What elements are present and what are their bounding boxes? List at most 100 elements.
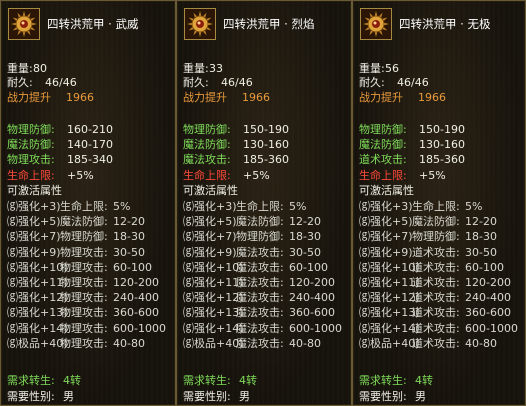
stat-row: 需求转生: 4转 bbox=[7, 373, 81, 388]
activatable-row: ⒢强化+14) 物理攻击: 600-1000 bbox=[7, 321, 166, 336]
stat-row: 战力提升 1966 bbox=[7, 90, 94, 105]
base-stat-value: 185-340 bbox=[67, 153, 113, 166]
enhance-attribute: 魔法攻击: bbox=[236, 337, 284, 350]
enhance-attribute: 物理攻击: bbox=[60, 246, 108, 259]
activatable-row: ⒢强化+5) 魔法防御: 12-20 bbox=[183, 214, 321, 229]
enhance-level: ⒢强化+9) bbox=[7, 246, 61, 259]
enhance-value: 5% bbox=[289, 200, 307, 213]
stat-row: 物理防御: 160-210 bbox=[7, 122, 113, 137]
activatable-row: ⒢强化+3) 生命上限: 5% bbox=[359, 199, 482, 214]
enhance-attribute: 魔法攻击: bbox=[236, 291, 284, 304]
activatable-row: ⒢强化+11) 魔法攻击: 120-200 bbox=[183, 275, 335, 290]
item-name: 四转洪荒甲 · 烈焰 bbox=[223, 17, 315, 31]
base-stat-value: 150-190 bbox=[243, 123, 289, 136]
enhance-attribute: 道术攻击: bbox=[412, 322, 460, 335]
enhance-level: ⒢强化+14) bbox=[7, 322, 68, 335]
enhance-level: ⒢强化+11) bbox=[359, 276, 420, 289]
stat-row: 魔法防御: 140-170 bbox=[7, 137, 113, 152]
enhance-value: 30-50 bbox=[465, 246, 497, 259]
enhance-attribute: 物理攻击: bbox=[60, 261, 108, 274]
enhance-level: ⒢强化+3) bbox=[183, 200, 237, 213]
durability-value: 46/46 bbox=[221, 76, 253, 89]
activatable-row: ⒢强化+10) 道术攻击: 60-100 bbox=[359, 260, 504, 275]
activatable-row: ⒢极品+40) 物理攻击: 40-80 bbox=[7, 336, 145, 351]
base-stat-value: 130-160 bbox=[243, 138, 289, 151]
stat-row: 重量: 33 bbox=[183, 61, 223, 76]
item-tooltip-comparison: 四转洪荒甲 · 武威 重量: 80 耐久: 46/46 战力提升 1966 物理防御: 160-… bbox=[0, 0, 526, 406]
weight-label: 重量: bbox=[183, 62, 209, 75]
enhance-level: ⒢强化+3) bbox=[359, 200, 413, 213]
enhance-value: 18-30 bbox=[289, 230, 321, 243]
enhance-value: 60-100 bbox=[113, 261, 152, 274]
durability-label: 耐久: bbox=[359, 76, 385, 89]
stat-row: 物理攻击: 185-340 bbox=[7, 152, 113, 167]
enhance-attribute: 魔法防御: bbox=[236, 215, 284, 228]
base-stat-value: 130-160 bbox=[419, 138, 465, 151]
enhance-level: ⒢强化+5) bbox=[183, 215, 237, 228]
enhance-attribute: 道术攻击: bbox=[412, 306, 460, 319]
activatable-row: ⒢强化+13) 物理攻击: 360-600 bbox=[7, 305, 159, 320]
hp-bonus-value: +5% bbox=[243, 169, 270, 182]
activatable-row: ⒢强化+12) 魔法攻击: 240-400 bbox=[183, 290, 335, 305]
enhance-value: 600-1000 bbox=[465, 322, 518, 335]
enhance-value: 600-1000 bbox=[113, 322, 166, 335]
required-rebirth-label: 需求转生: bbox=[359, 374, 407, 387]
enhance-level: ⒢极品+40) bbox=[183, 337, 244, 350]
armor-medallion-icon bbox=[360, 8, 392, 40]
enhance-attribute: 魔法攻击: bbox=[236, 261, 284, 274]
enhance-attribute: 道术攻击: bbox=[412, 337, 460, 350]
activatable-row: ⒢极品+40) 道术攻击: 40-80 bbox=[359, 336, 497, 351]
enhance-value: 240-400 bbox=[465, 291, 511, 304]
stat-row: 生命上限: +5% bbox=[359, 168, 446, 183]
stat-row: 需求转生: 4转 bbox=[359, 373, 433, 388]
combat-power-label: 战力提升 bbox=[183, 91, 227, 104]
stat-row: 需要性别: 男 bbox=[7, 389, 74, 404]
enhance-level: ⒢强化+3) bbox=[7, 200, 61, 213]
enhance-level: ⒢强化+14) bbox=[183, 322, 244, 335]
enhance-level: ⒢强化+13) bbox=[7, 306, 68, 319]
stat-row: 战力提升 1966 bbox=[183, 90, 270, 105]
required-rebirth-value: 4转 bbox=[63, 374, 81, 387]
required-gender-label: 需要性别: bbox=[183, 390, 231, 403]
activatable-row: ⒢强化+10) 魔法攻击: 60-100 bbox=[183, 260, 328, 275]
enhance-level: ⒢强化+7) bbox=[359, 230, 413, 243]
combat-power-label: 战力提升 bbox=[359, 91, 403, 104]
enhance-attribute: 物理攻击: bbox=[60, 276, 108, 289]
enhance-level: ⒢强化+12) bbox=[183, 291, 244, 304]
weight-label: 重量: bbox=[359, 62, 385, 75]
required-rebirth-label: 需求转生: bbox=[183, 374, 231, 387]
required-rebirth-label: 需求转生: bbox=[7, 374, 55, 387]
enhance-value: 5% bbox=[113, 200, 131, 213]
enhance-level: ⒢强化+5) bbox=[7, 215, 61, 228]
enhance-value: 18-30 bbox=[465, 230, 497, 243]
enhance-level: ⒢极品+40) bbox=[7, 337, 68, 350]
activatable-row: ⒢强化+12) 道术攻击: 240-400 bbox=[359, 290, 511, 305]
base-stat-label: 魔法防御: bbox=[7, 138, 55, 151]
combat-power-label: 战力提升 bbox=[7, 91, 51, 104]
enhance-attribute: 魔法防御: bbox=[412, 215, 460, 228]
activatable-row: ⒢强化+9) 物理攻击: 30-50 bbox=[7, 245, 145, 260]
enhance-attribute: 道术攻击: bbox=[412, 291, 460, 304]
stat-row: 生命上限: +5% bbox=[183, 168, 270, 183]
activatable-row: ⒢强化+7) 物理防御: 18-30 bbox=[7, 229, 145, 244]
enhance-value: 12-20 bbox=[113, 215, 145, 228]
enhance-attribute: 魔法攻击: bbox=[236, 306, 284, 319]
base-stat-value: 185-360 bbox=[243, 153, 289, 166]
stat-row: 耐久: 46/46 bbox=[183, 75, 253, 90]
activatable-row: ⒢强化+11) 物理攻击: 120-200 bbox=[7, 275, 159, 290]
enhance-value: 60-100 bbox=[289, 261, 328, 274]
base-stat-value: 185-360 bbox=[419, 153, 465, 166]
activatable-row: ⒢强化+7) 物理防御: 18-30 bbox=[359, 229, 497, 244]
enhance-attribute: 物理攻击: bbox=[60, 306, 108, 319]
activatable-row: ⒢极品+40) 魔法攻击: 40-80 bbox=[183, 336, 321, 351]
combat-power-value: 1966 bbox=[66, 91, 94, 104]
activatable-row: ⒢强化+10) 物理攻击: 60-100 bbox=[7, 260, 152, 275]
enhance-attribute: 魔法攻击: bbox=[236, 276, 284, 289]
base-stat-label: 物理防御: bbox=[7, 123, 55, 136]
item-tooltip-panel: 四转洪荒甲 · 烈焰重量: 33 耐久: 46/46 战力提升 1966 物理防御: 150-… bbox=[176, 0, 352, 406]
weight-value: 33 bbox=[209, 62, 223, 75]
enhance-attribute: 物理防御: bbox=[236, 230, 284, 243]
activatable-attributes-title: 可激活属性 bbox=[183, 184, 238, 197]
stat-row: 魔法攻击: 185-360 bbox=[183, 152, 289, 167]
enhance-level: ⒢强化+12) bbox=[7, 291, 68, 304]
